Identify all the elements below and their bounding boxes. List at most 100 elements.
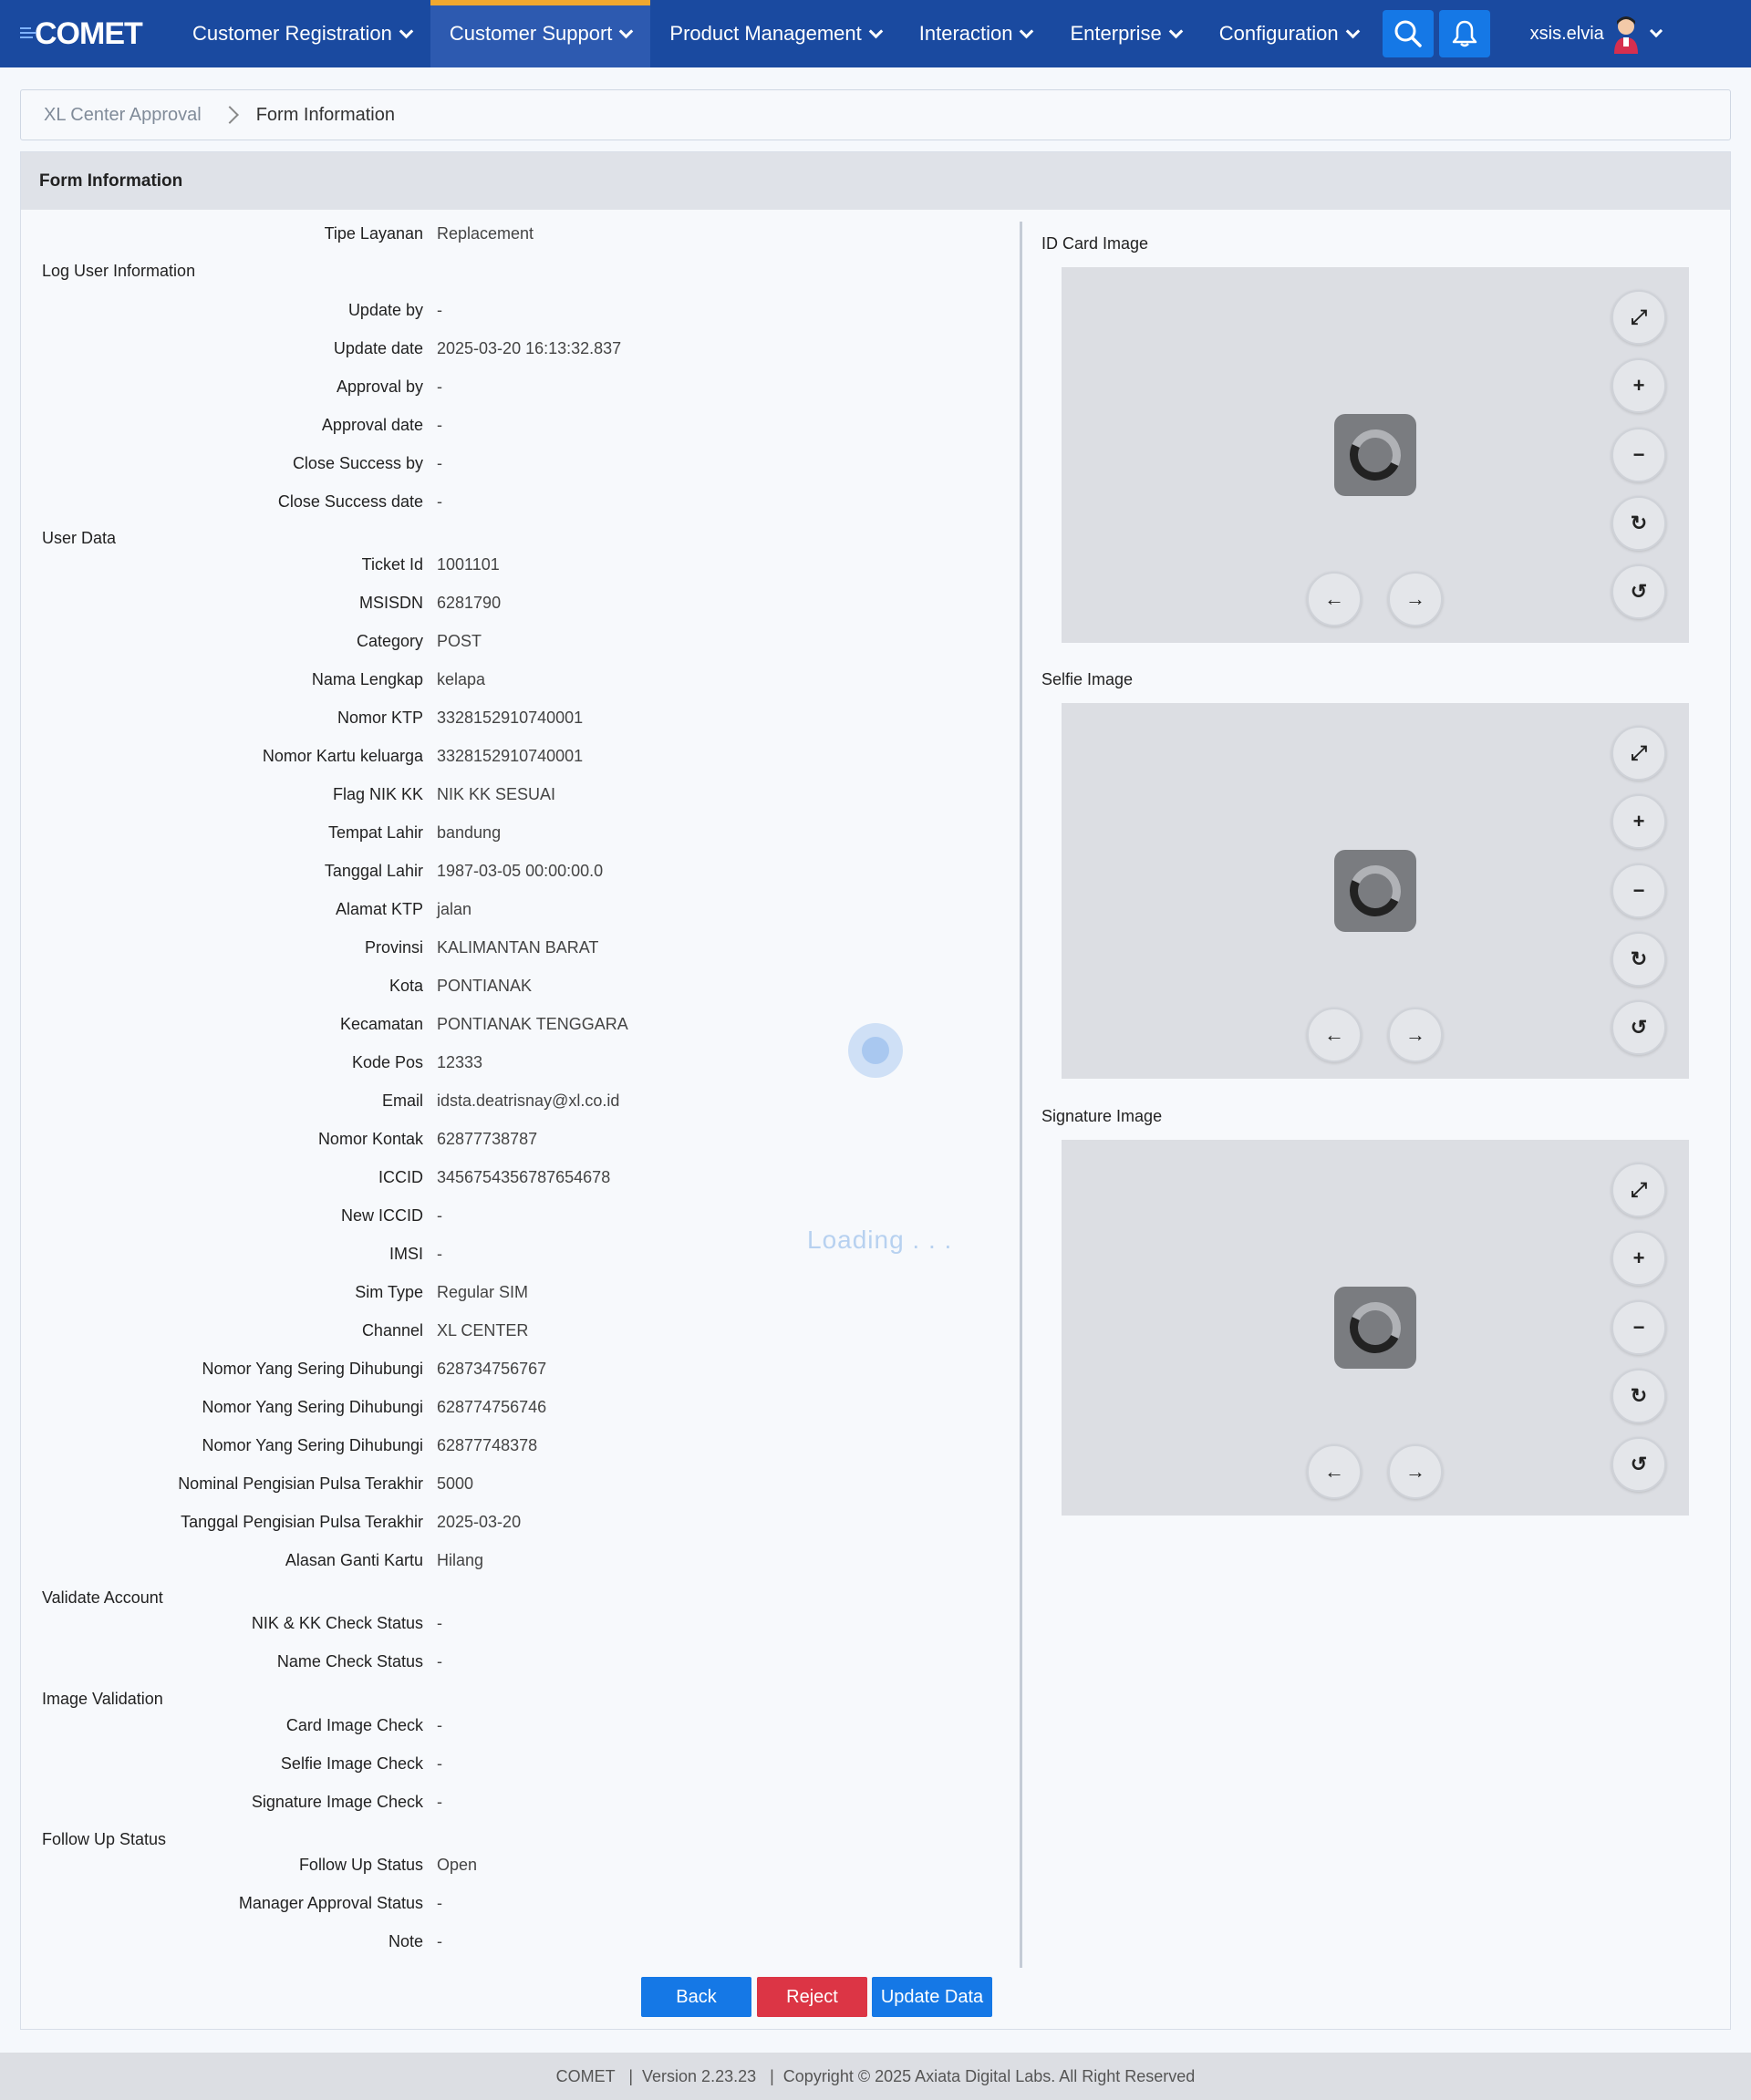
field-label: Selfie Image Check: [280, 1753, 423, 1773]
rotate-right-button[interactable]: ↻: [1611, 1369, 1666, 1423]
zoom-in-button[interactable]: +: [1611, 794, 1666, 849]
field-label: Tempat Lahir: [327, 822, 423, 842]
fullscreen-button[interactable]: ⤢: [1611, 726, 1666, 781]
previous-button[interactable]: ←: [1307, 1008, 1362, 1062]
field-label: Nomor KTP: [337, 708, 423, 727]
rotate-ccw-icon: ↺: [1630, 580, 1648, 603]
loading-text: Loading . . .: [807, 1226, 953, 1254]
rotate-right-button[interactable]: ↻: [1611, 932, 1666, 987]
search-button[interactable]: [1382, 10, 1434, 57]
chevron-down-icon: [399, 24, 414, 38]
field-label: Provinsi: [364, 937, 423, 957]
previous-button[interactable]: ←: [1307, 1444, 1362, 1499]
field-label: Close Success by: [292, 453, 423, 472]
field-label: Alamat KTP: [335, 899, 423, 918]
bell-icon: [1452, 20, 1476, 47]
field-value: -: [437, 1613, 442, 1632]
zoom-out-button[interactable]: −: [1611, 1300, 1666, 1355]
fullscreen-button[interactable]: ⤢: [1611, 290, 1666, 345]
zoom-in-button[interactable]: +: [1611, 1231, 1666, 1286]
loading-spinner: [848, 1023, 903, 1078]
nav-label: Enterprise: [1070, 22, 1162, 45]
field-row: Signature Image Check -: [21, 1783, 1022, 1821]
signature-image-viewer[interactable]: ⤢ + − ↻ ↺ ← →: [1062, 1140, 1689, 1516]
rotate-left-button[interactable]: ↺: [1611, 1000, 1666, 1055]
field-value: NIK KK SESUAI: [437, 784, 556, 803]
rotate-left-button[interactable]: ↺: [1611, 1437, 1666, 1492]
field-row: Alasan Ganti Kartu Hilang: [21, 1541, 1022, 1579]
field-label: Kota: [389, 976, 423, 995]
spinner-ring-icon: [1342, 422, 1408, 488]
footer-text: COMET | Version 2.23.23 | Copyright © 20…: [555, 2066, 1196, 2085]
breadcrumb-link-xl-center-approval[interactable]: XL Center Approval: [44, 105, 202, 126]
field-value: Replacement: [437, 223, 534, 243]
nav-interaction[interactable]: Interaction: [900, 0, 1052, 67]
comet-logo[interactable]: COMET: [0, 0, 173, 67]
fullscreen-button[interactable]: ⤢: [1611, 1163, 1666, 1217]
field-row: Approval by -: [21, 367, 1022, 406]
minus-icon: −: [1632, 443, 1645, 466]
field-label: Nomor Kartu keluarga: [262, 746, 423, 765]
top-navbar: COMET Customer Registration Customer Sup…: [0, 0, 1751, 67]
field-row: MSISDN 6281790: [21, 584, 1022, 622]
field-value: XL CENTER: [437, 1320, 529, 1340]
selfie-image-viewer[interactable]: ⤢ + − ↻ ↺ ← →: [1062, 703, 1689, 1079]
field-row: Nomor Yang Sering Dihubungi 628774756746: [21, 1388, 1022, 1426]
field-value: bandung: [437, 822, 502, 842]
field-row: Tanggal Pengisian Pulsa Terakhir 2025-03-…: [21, 1503, 1022, 1541]
field-row: Email idsta.deatrisnay@xl.co.id: [21, 1081, 1022, 1120]
field-label: Nomor Yang Sering Dihubungi: [202, 1397, 423, 1416]
previous-button[interactable]: ←: [1307, 572, 1362, 626]
zoom-out-button[interactable]: −: [1611, 428, 1666, 482]
section-log-user-information: Log User Information: [42, 262, 196, 280]
field-label: ICCID: [378, 1167, 423, 1186]
field-row: Tempat Lahir bandung: [21, 813, 1022, 852]
nav-label: Customer Registration: [192, 22, 392, 45]
zoom-in-button[interactable]: +: [1611, 358, 1666, 413]
field-value: -: [437, 491, 442, 511]
field-label: Tipe Layanan: [324, 223, 423, 243]
field-value: 628734756767: [437, 1359, 547, 1378]
rotate-ccw-icon: ↺: [1630, 1016, 1648, 1039]
chevron-down-icon: [1345, 24, 1360, 38]
form-information-card: Form Information Tipe Layanan Replacement…: [20, 151, 1731, 2030]
nav-customer-support[interactable]: Customer Support: [430, 0, 651, 67]
breadcrumb: XL Center Approval Form Information: [20, 89, 1731, 140]
id-card-image-viewer[interactable]: ⤢ + − ↻ ↺ ← →: [1062, 267, 1689, 643]
next-button[interactable]: →: [1388, 1444, 1443, 1499]
nav-customer-registration[interactable]: Customer Registration: [173, 0, 430, 67]
selfie-image-title: Selfie Image: [1041, 670, 1134, 688]
zoom-out-button[interactable]: −: [1611, 864, 1666, 918]
field-value: 2025-03-20: [437, 1512, 522, 1531]
field-label: Nominal Pengisian Pulsa Terakhir: [178, 1474, 423, 1493]
nav-configuration[interactable]: Configuration: [1200, 0, 1377, 67]
back-button[interactable]: Back: [641, 1977, 751, 2017]
breadcrumb-current: Form Information: [255, 104, 395, 125]
avatar: [1613, 16, 1638, 54]
nav-product-management[interactable]: Product Management: [650, 0, 899, 67]
next-button[interactable]: →: [1388, 572, 1443, 626]
field-value: 1001101: [437, 554, 500, 574]
next-button[interactable]: →: [1388, 1008, 1443, 1062]
rotate-left-button[interactable]: ↺: [1611, 564, 1666, 619]
field-row: Ticket Id 1001101: [21, 545, 1022, 584]
rotate-right-button[interactable]: ↻: [1611, 496, 1666, 551]
field-value: -: [437, 453, 442, 472]
field-row: Kota PONTIANAK: [21, 967, 1022, 1005]
minus-icon: −: [1632, 879, 1645, 902]
plus-icon: +: [1632, 1247, 1645, 1269]
field-label: Note: [388, 1931, 423, 1950]
reject-button[interactable]: Reject: [757, 1977, 867, 2017]
nav-enterprise[interactable]: Enterprise: [1051, 0, 1199, 67]
arrow-right-icon: →: [1405, 1023, 1425, 1046]
user-menu[interactable]: xsis.elvia: [1530, 0, 1663, 67]
notification-button[interactable]: [1438, 10, 1490, 57]
field-row-tipe-layanan: Tipe Layanan Replacement: [21, 214, 1022, 253]
update-data-button[interactable]: Update Data: [872, 1977, 992, 2017]
field-label: Nomor Yang Sering Dihubungi: [202, 1435, 423, 1454]
field-value: 1987-03-05 00:00:00.0: [437, 861, 604, 880]
field-value: PONTIANAK: [437, 976, 533, 995]
field-row: Alamat KTP jalan: [21, 890, 1022, 928]
signature-image-title: Signature Image: [1041, 1107, 1163, 1125]
field-row: Nomor Yang Sering Dihubungi 62877748378: [21, 1426, 1022, 1464]
